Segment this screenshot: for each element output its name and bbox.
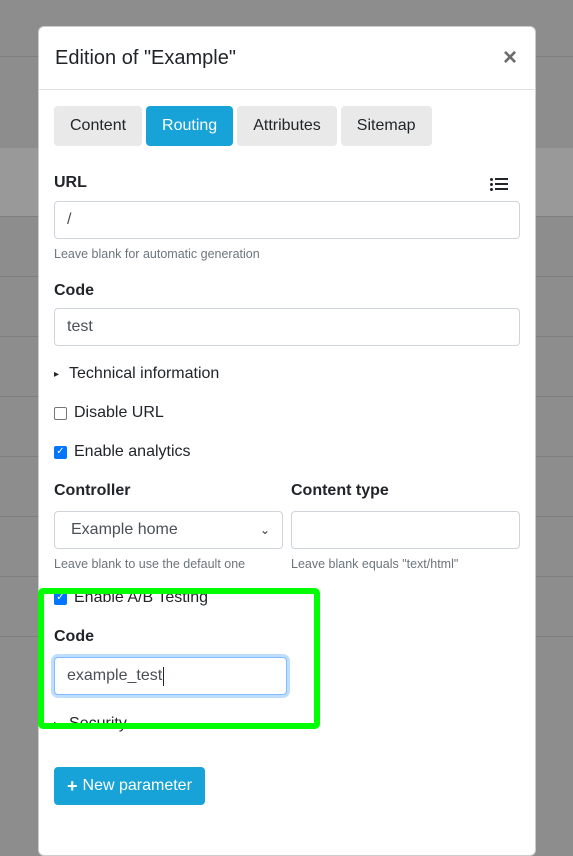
tab-bar: Content Routing Attributes Sitemap: [54, 106, 520, 146]
tab-attributes[interactable]: Attributes: [237, 106, 337, 146]
chevron-down-icon: ⌄: [259, 523, 270, 537]
security-label: Security: [69, 715, 127, 732]
text-caret: [163, 666, 165, 686]
disclosure-triangle-icon: ▸: [54, 368, 60, 380]
modal-title: Edition of "Example": [55, 46, 236, 69]
modal-body: Content Routing Attributes Sitemap URL /…: [39, 90, 535, 821]
disable-url-checkbox[interactable]: [54, 406, 67, 420]
code-label: Code: [54, 282, 94, 299]
tab-routing[interactable]: Routing: [146, 106, 234, 146]
enable-analytics-checkbox[interactable]: [54, 445, 67, 459]
edit-modal: Edition of "Example" × Content Routing A…: [38, 26, 536, 856]
url-label: URL: [54, 174, 87, 191]
enable-analytics-label: Enable analytics: [74, 443, 191, 460]
content-type-label: Content type: [291, 482, 389, 499]
tab-content[interactable]: Content: [54, 106, 143, 146]
technical-information-toggle[interactable]: ▸ Technical information: [54, 365, 520, 383]
code-group: Code test: [54, 282, 520, 346]
content-type-group: Content type Leave blank equals "text/ht…: [291, 482, 520, 571]
disable-url-label: Disable URL: [74, 404, 164, 421]
disable-url-checkbox-row[interactable]: Disable URL: [54, 404, 520, 422]
list-icon[interactable]: [490, 177, 508, 193]
ab-testing-label: Enable A/B Testing: [74, 589, 209, 606]
ab-testing-checkbox-row[interactable]: Enable A/B Testing: [54, 589, 520, 607]
controller-group: Controller Example home ⌄ Leave blank to…: [54, 482, 283, 571]
modal-header: Edition of "Example" ×: [39, 27, 535, 90]
ab-code-label: Code: [54, 628, 94, 645]
new-parameter-button[interactable]: + New parameter: [54, 767, 205, 805]
controller-selected-value: Example home: [71, 521, 178, 538]
url-group: URL / Leave blank for automatic generati…: [54, 173, 520, 261]
enable-analytics-checkbox-row[interactable]: Enable analytics: [54, 443, 520, 461]
tab-sitemap[interactable]: Sitemap: [340, 106, 432, 146]
ab-testing-checkbox[interactable]: [54, 591, 67, 605]
url-help-text: Leave blank for automatic generation: [54, 247, 260, 261]
ab-code-value: example_test: [67, 667, 163, 684]
url-input[interactable]: /: [54, 201, 520, 239]
controller-help-text: Leave blank to use the default one: [54, 557, 246, 571]
controller-content-type-row: Controller Example home ⌄ Leave blank to…: [54, 482, 520, 571]
content-type-input[interactable]: [291, 511, 520, 549]
plus-icon: +: [67, 775, 78, 796]
controller-select[interactable]: Example home ⌄: [54, 511, 283, 549]
ab-code-input[interactable]: example_test: [54, 657, 287, 695]
close-icon[interactable]: ×: [503, 46, 517, 70]
technical-information-label: Technical information: [69, 365, 220, 382]
disclosure-triangle-icon: ▸: [54, 718, 60, 730]
code-input[interactable]: test: [54, 308, 520, 346]
new-parameter-label: New parameter: [82, 777, 192, 794]
content-type-help-text: Leave blank equals "text/html": [291, 557, 459, 571]
security-toggle[interactable]: ▸ Security: [54, 715, 520, 733]
controller-label: Controller: [54, 482, 131, 499]
ab-code-group: Code example_test: [54, 628, 287, 695]
